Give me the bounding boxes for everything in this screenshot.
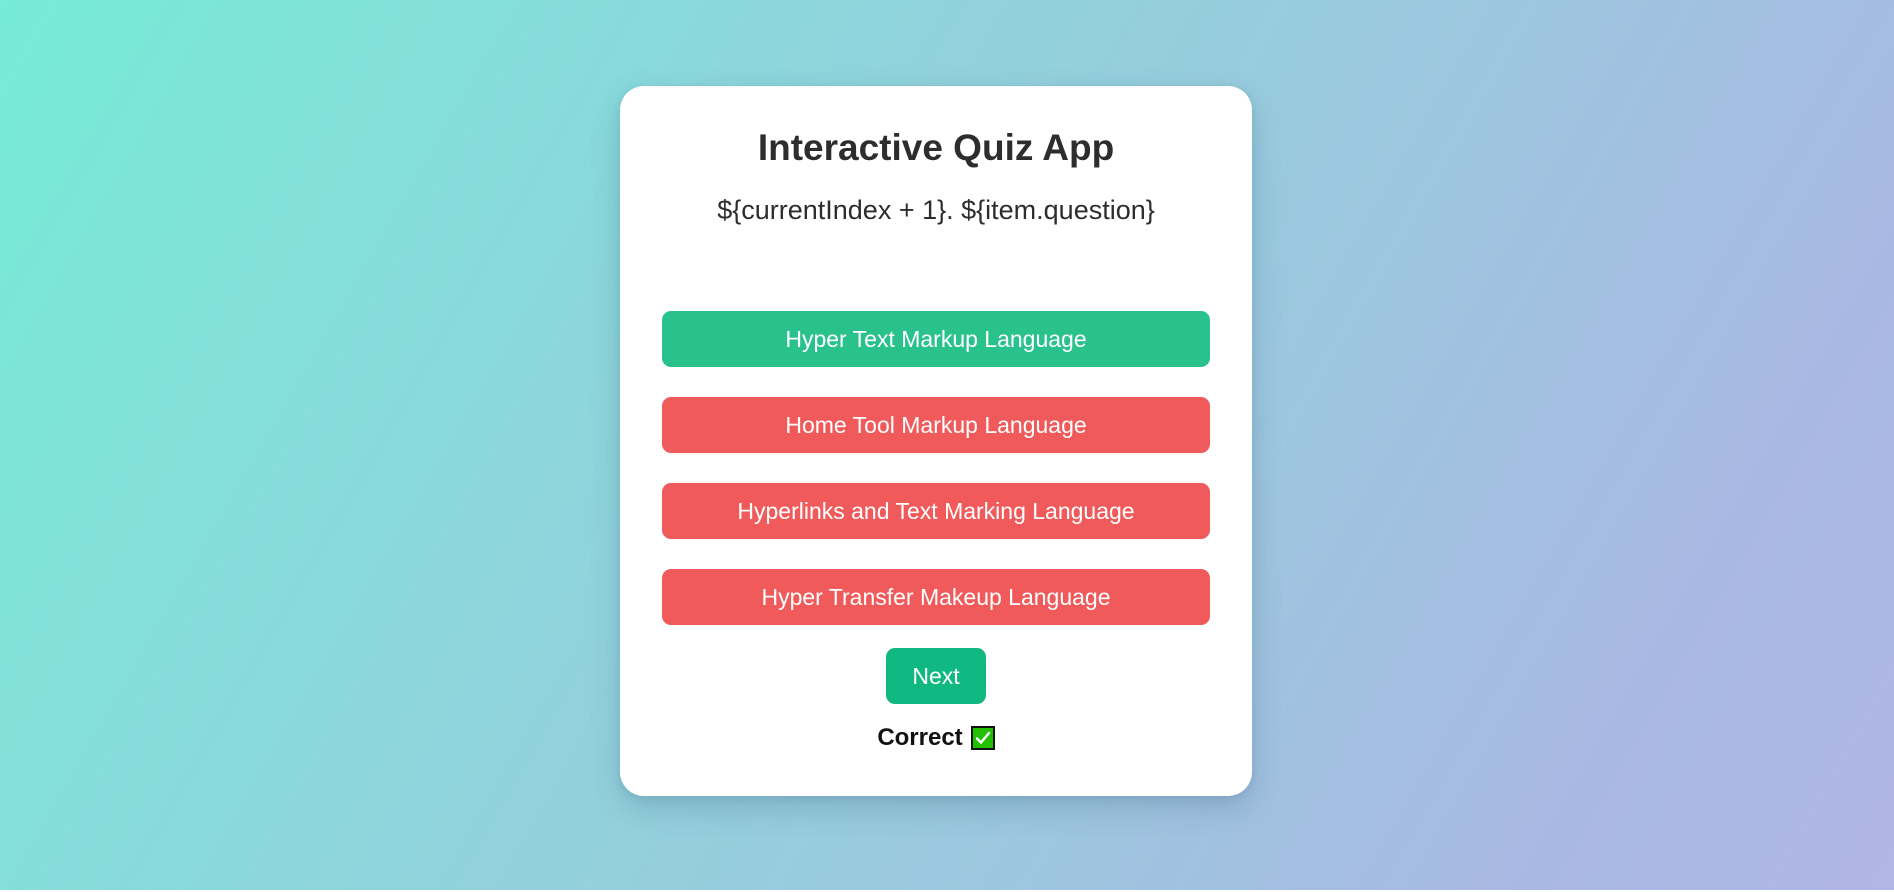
answer-option-4[interactable]: Hyper Transfer Makeup Language — [662, 569, 1210, 625]
quiz-card: Interactive Quiz App ${currentIndex + 1}… — [620, 86, 1252, 796]
answer-option-3[interactable]: Hyperlinks and Text Marking Language — [662, 483, 1210, 539]
question-text: ${currentIndex + 1}. ${item.question} — [717, 195, 1155, 225]
answer-options: Hyper Text Markup Language Home Tool Mar… — [662, 311, 1210, 655]
page-title: Interactive Quiz App — [757, 127, 1115, 168]
check-mark-icon — [970, 726, 995, 750]
answer-option-2[interactable]: Home Tool Markup Language — [662, 397, 1210, 453]
result-message: Correct — [620, 724, 1252, 752]
next-button[interactable]: Next — [886, 648, 986, 704]
answer-option-1[interactable]: Hyper Text Markup Language — [662, 311, 1210, 367]
result-label: Correct — [877, 724, 963, 751]
